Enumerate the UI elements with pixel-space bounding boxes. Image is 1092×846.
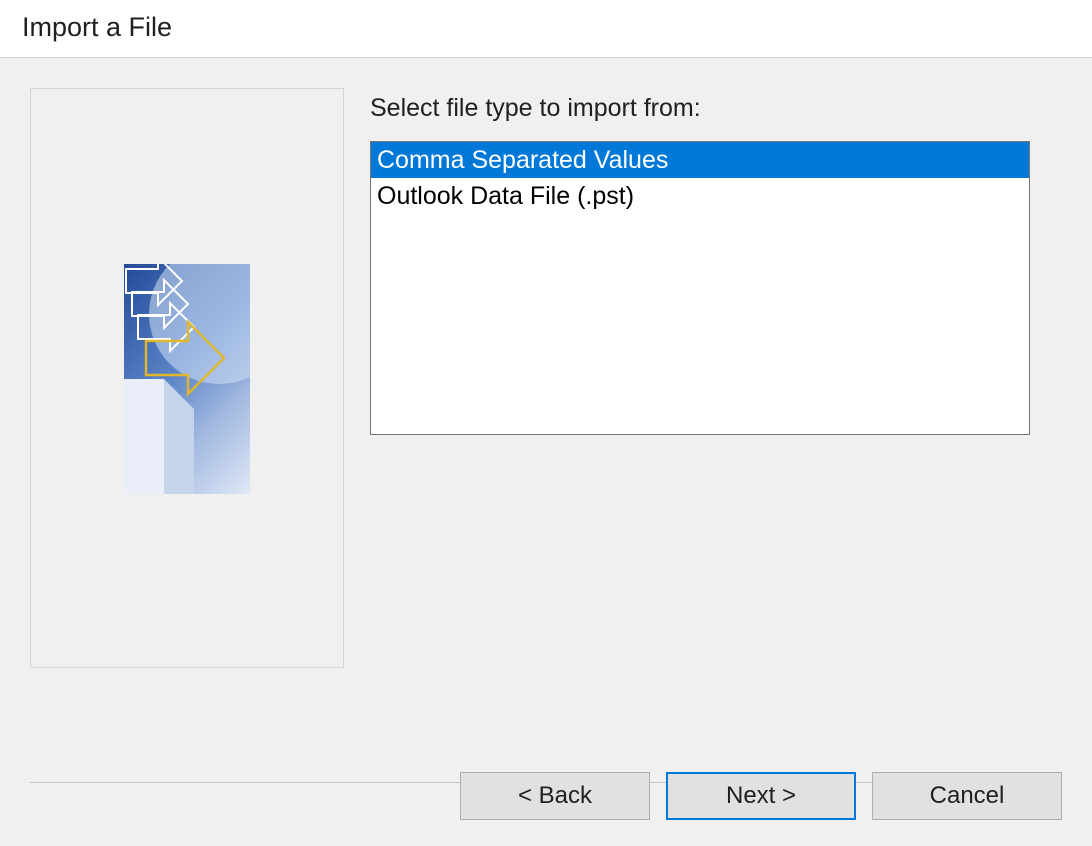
file-type-listbox[interactable]: Comma Separated ValuesOutlook Data File … (370, 141, 1030, 435)
dialog-title: Import a File (0, 0, 1092, 57)
dialog-body: Select file type to import from: Comma S… (0, 57, 1092, 846)
next-button[interactable]: Next > (666, 772, 856, 820)
file-type-section: Select file type to import from: Comma S… (370, 88, 1062, 668)
file-type-option[interactable]: Comma Separated Values (371, 142, 1029, 178)
import-wizard-window: Import a File (0, 0, 1092, 846)
illustration-pane (30, 88, 344, 668)
back-button[interactable]: < Back (460, 772, 650, 820)
file-type-option[interactable]: Outlook Data File (.pst) (371, 178, 1029, 214)
cancel-button[interactable]: Cancel (872, 772, 1062, 820)
wizard-button-row: < Back Next > Cancel (460, 772, 1062, 820)
content-row: Select file type to import from: Comma S… (30, 88, 1062, 668)
dialog-title-text: Import a File (22, 12, 172, 42)
import-arrow-illustration (124, 264, 250, 494)
file-type-prompt: Select file type to import from: (370, 94, 1062, 123)
